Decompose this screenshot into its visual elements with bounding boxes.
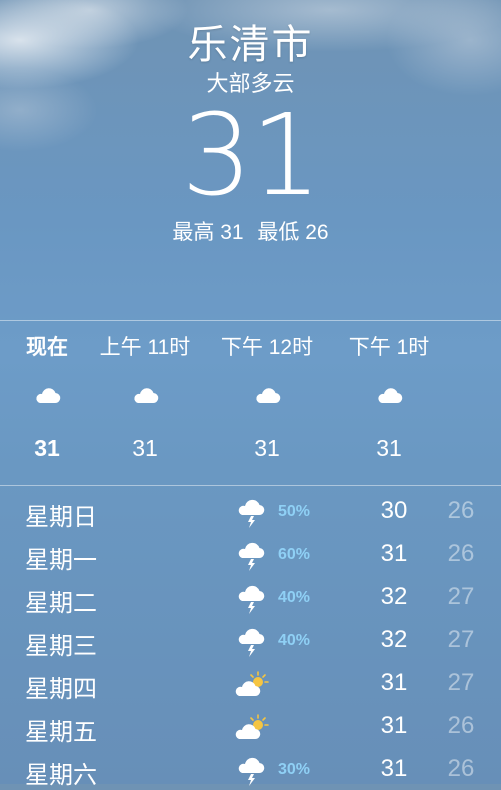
day-high: 31 bbox=[380, 540, 408, 567]
thunderstorm-icon bbox=[234, 542, 270, 572]
partly-sunny-icon bbox=[234, 671, 270, 701]
day-low: 26 bbox=[447, 540, 475, 567]
daily-row: 星期一 60% 31 26 bbox=[0, 532, 501, 575]
cloud-icon bbox=[33, 385, 61, 405]
precipitation-chance: 30% bbox=[278, 761, 311, 778]
precipitation-chance: 40% bbox=[278, 589, 311, 606]
daily-row: 星期三 40% 32 27 bbox=[0, 618, 501, 661]
hour-label: 下午 12时 bbox=[220, 336, 314, 359]
thunderstorm-icon bbox=[234, 628, 270, 658]
current-temperature: 31 bbox=[181, 91, 322, 221]
precipitation-chance: 40% bbox=[278, 632, 311, 649]
precipitation-chance: 50% bbox=[278, 503, 311, 520]
precipitation-chance: 60% bbox=[278, 546, 311, 563]
daily-row: 星期四 31 27 bbox=[0, 661, 501, 704]
day-name: 星期六 bbox=[25, 762, 97, 789]
city-name: 乐清市 bbox=[187, 23, 314, 67]
hour-temperature: 31 bbox=[132, 435, 158, 461]
day-high: 31 bbox=[380, 712, 408, 739]
low-temperature: 最低 26 bbox=[257, 221, 329, 244]
hourly-forecast[interactable]: 现在 31 上午 11时 31 下午 12时 31 下午 1时 31 下午 bbox=[0, 321, 501, 485]
day-high: 32 bbox=[380, 583, 408, 610]
high-temperature: 最高 31 bbox=[172, 221, 244, 244]
day-name: 星期日 bbox=[25, 504, 97, 531]
daily-row: 星期五 31 26 bbox=[0, 704, 501, 747]
day-low: 26 bbox=[447, 755, 475, 782]
daily-row: 星期日 50% 30 26 bbox=[0, 489, 501, 532]
day-high: 31 bbox=[380, 755, 408, 782]
day-name: 星期五 bbox=[25, 719, 97, 746]
partly-sunny-icon bbox=[234, 714, 270, 744]
hour-label: 上午 11时 bbox=[99, 336, 191, 359]
day-low: 27 bbox=[447, 669, 475, 696]
day-low: 27 bbox=[447, 583, 475, 610]
daily-forecast[interactable]: 星期日 50% 30 26 星期一 60% 31 26 星期二 40% 32 2… bbox=[0, 486, 501, 789]
cloud-icon bbox=[375, 385, 403, 405]
day-name: 星期四 bbox=[25, 676, 97, 703]
day-high: 32 bbox=[380, 626, 408, 653]
cloud-icon bbox=[131, 385, 159, 405]
day-name: 星期三 bbox=[25, 633, 97, 660]
daily-row: 星期二 40% 32 27 bbox=[0, 575, 501, 618]
thunderstorm-icon bbox=[234, 585, 270, 615]
thunderstorm-icon bbox=[234, 757, 270, 787]
day-high: 30 bbox=[380, 497, 408, 524]
hour-label: 下午 1时 bbox=[348, 336, 430, 359]
day-high: 31 bbox=[380, 669, 408, 696]
thunderstorm-icon bbox=[234, 499, 270, 529]
day-name: 星期一 bbox=[25, 547, 97, 574]
day-low: 26 bbox=[447, 712, 475, 739]
day-name: 星期二 bbox=[25, 590, 97, 617]
high-low: 最高 31 最低 26 bbox=[0, 216, 501, 246]
hour-temperature: 31 bbox=[376, 435, 402, 461]
cloud-icon bbox=[253, 385, 281, 405]
day-low: 27 bbox=[447, 626, 475, 653]
hour-temperature: 31 bbox=[254, 435, 280, 461]
day-low: 26 bbox=[447, 497, 475, 524]
